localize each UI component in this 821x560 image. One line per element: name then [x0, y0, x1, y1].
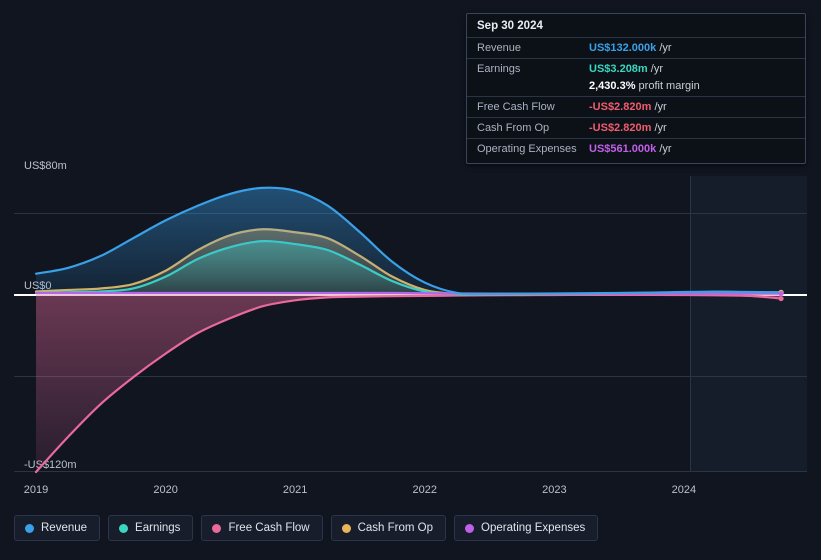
tooltip-label-revenue: Revenue: [477, 42, 522, 54]
series-svg: [34, 186, 784, 474]
tooltip-value-revenue: US$132.000k: [589, 42, 657, 54]
tooltip-unit-operating-expenses: /yr: [659, 143, 672, 155]
legend-dot-icon: [465, 523, 475, 533]
tooltip-unit-cash-from-op: /yr: [654, 122, 667, 134]
tooltip-row-operating-expenses: Operating Expenses US$561.000k /yr: [467, 138, 805, 159]
tooltip-label-free-cash-flow: Free Cash Flow: [477, 101, 555, 113]
chart-root: US$80m -US$120m US$0 2019202020212022202…: [0, 0, 821, 560]
x-axis-tick-2023: 2023: [542, 484, 567, 496]
data-tooltip: Sep 30 2024 Revenue US$132.000k /yr Earn…: [466, 13, 806, 164]
tooltip-unit-earnings: /yr: [650, 63, 664, 75]
tooltip-unit-free-cash-flow: /yr: [654, 101, 667, 113]
legend-item-label: Revenue: [41, 522, 88, 534]
tooltip-row-earnings: Earnings US$3.208m /yr: [467, 58, 805, 79]
tooltip-row-profit-margin: 2,430.3% profit margin: [467, 79, 805, 96]
legend-item-revenue[interactable]: Revenue: [14, 515, 101, 541]
legend-item-label: Operating Expenses: [481, 522, 586, 534]
x-axis-tick-2020: 2020: [153, 484, 178, 496]
legend-item-label: Cash From Op: [357, 522, 434, 534]
legend-item-free-cash-flow[interactable]: Free Cash Flow: [201, 515, 323, 541]
legend-item-earnings[interactable]: Earnings: [108, 515, 194, 541]
y-axis-label-top: US$80m: [24, 160, 67, 172]
x-axis-tick-2024: 2024: [671, 484, 697, 496]
endpoint-marker-free-cash-flow: [778, 295, 784, 302]
legend-dot-icon: [341, 523, 351, 533]
area-revenue: [36, 187, 782, 295]
tooltip-text-profit-margin: profit margin: [638, 80, 700, 92]
endpoint-marker-operating-expenses: [778, 290, 784, 297]
legend-dot-icon: [119, 523, 129, 533]
tooltip-value-profit-margin: 2,430.3%: [589, 80, 636, 92]
legend-item-cash-from-op[interactable]: Cash From Op: [330, 515, 447, 541]
tooltip-row-free-cash-flow: Free Cash Flow -US$2.820m /yr: [467, 96, 805, 117]
x-axis-labels: 2019 2020 2021 2022 2023 2024: [0, 484, 821, 500]
tooltip-label-operating-expenses: Operating Expenses: [477, 143, 577, 155]
x-axis-tick-2021: 2021: [282, 484, 308, 496]
tooltip-value-cash-from-op: -US$2.820m: [589, 122, 652, 134]
legend-item-label: Free Cash Flow: [228, 522, 310, 534]
tooltip-label-earnings: Earnings: [477, 63, 521, 75]
area-free-cash-flow: [36, 294, 782, 472]
tooltip-value-earnings: US$3.208m: [589, 63, 648, 75]
legend-dot-icon: [25, 523, 34, 533]
tooltip-unit-revenue: /yr: [659, 42, 672, 54]
tooltip-row-revenue: Revenue US$132.000k /yr: [467, 37, 805, 58]
tooltip-value-operating-expenses: US$561.000k: [589, 143, 657, 155]
tooltip-row-cash-from-op: Cash From Op -US$2.820m /yr: [467, 117, 805, 138]
tooltip-value-free-cash-flow: -US$2.820m: [589, 101, 652, 113]
legend-dot-icon: [212, 523, 222, 533]
legend-item-operating-expenses[interactable]: Operating Expenses: [454, 515, 599, 541]
tooltip-label-cash-from-op: Cash From Op: [477, 122, 550, 134]
x-axis-tick-2022: 2022: [412, 484, 437, 496]
x-axis-tick-2019: 2019: [23, 484, 49, 496]
chart-legend: Revenue Earnings Free Cash Flow Cash From O…: [14, 515, 599, 541]
plot-area: [14, 176, 807, 474]
tooltip-date: Sep 30 2024: [477, 20, 543, 32]
legend-item-label: Earnings: [135, 522, 181, 534]
